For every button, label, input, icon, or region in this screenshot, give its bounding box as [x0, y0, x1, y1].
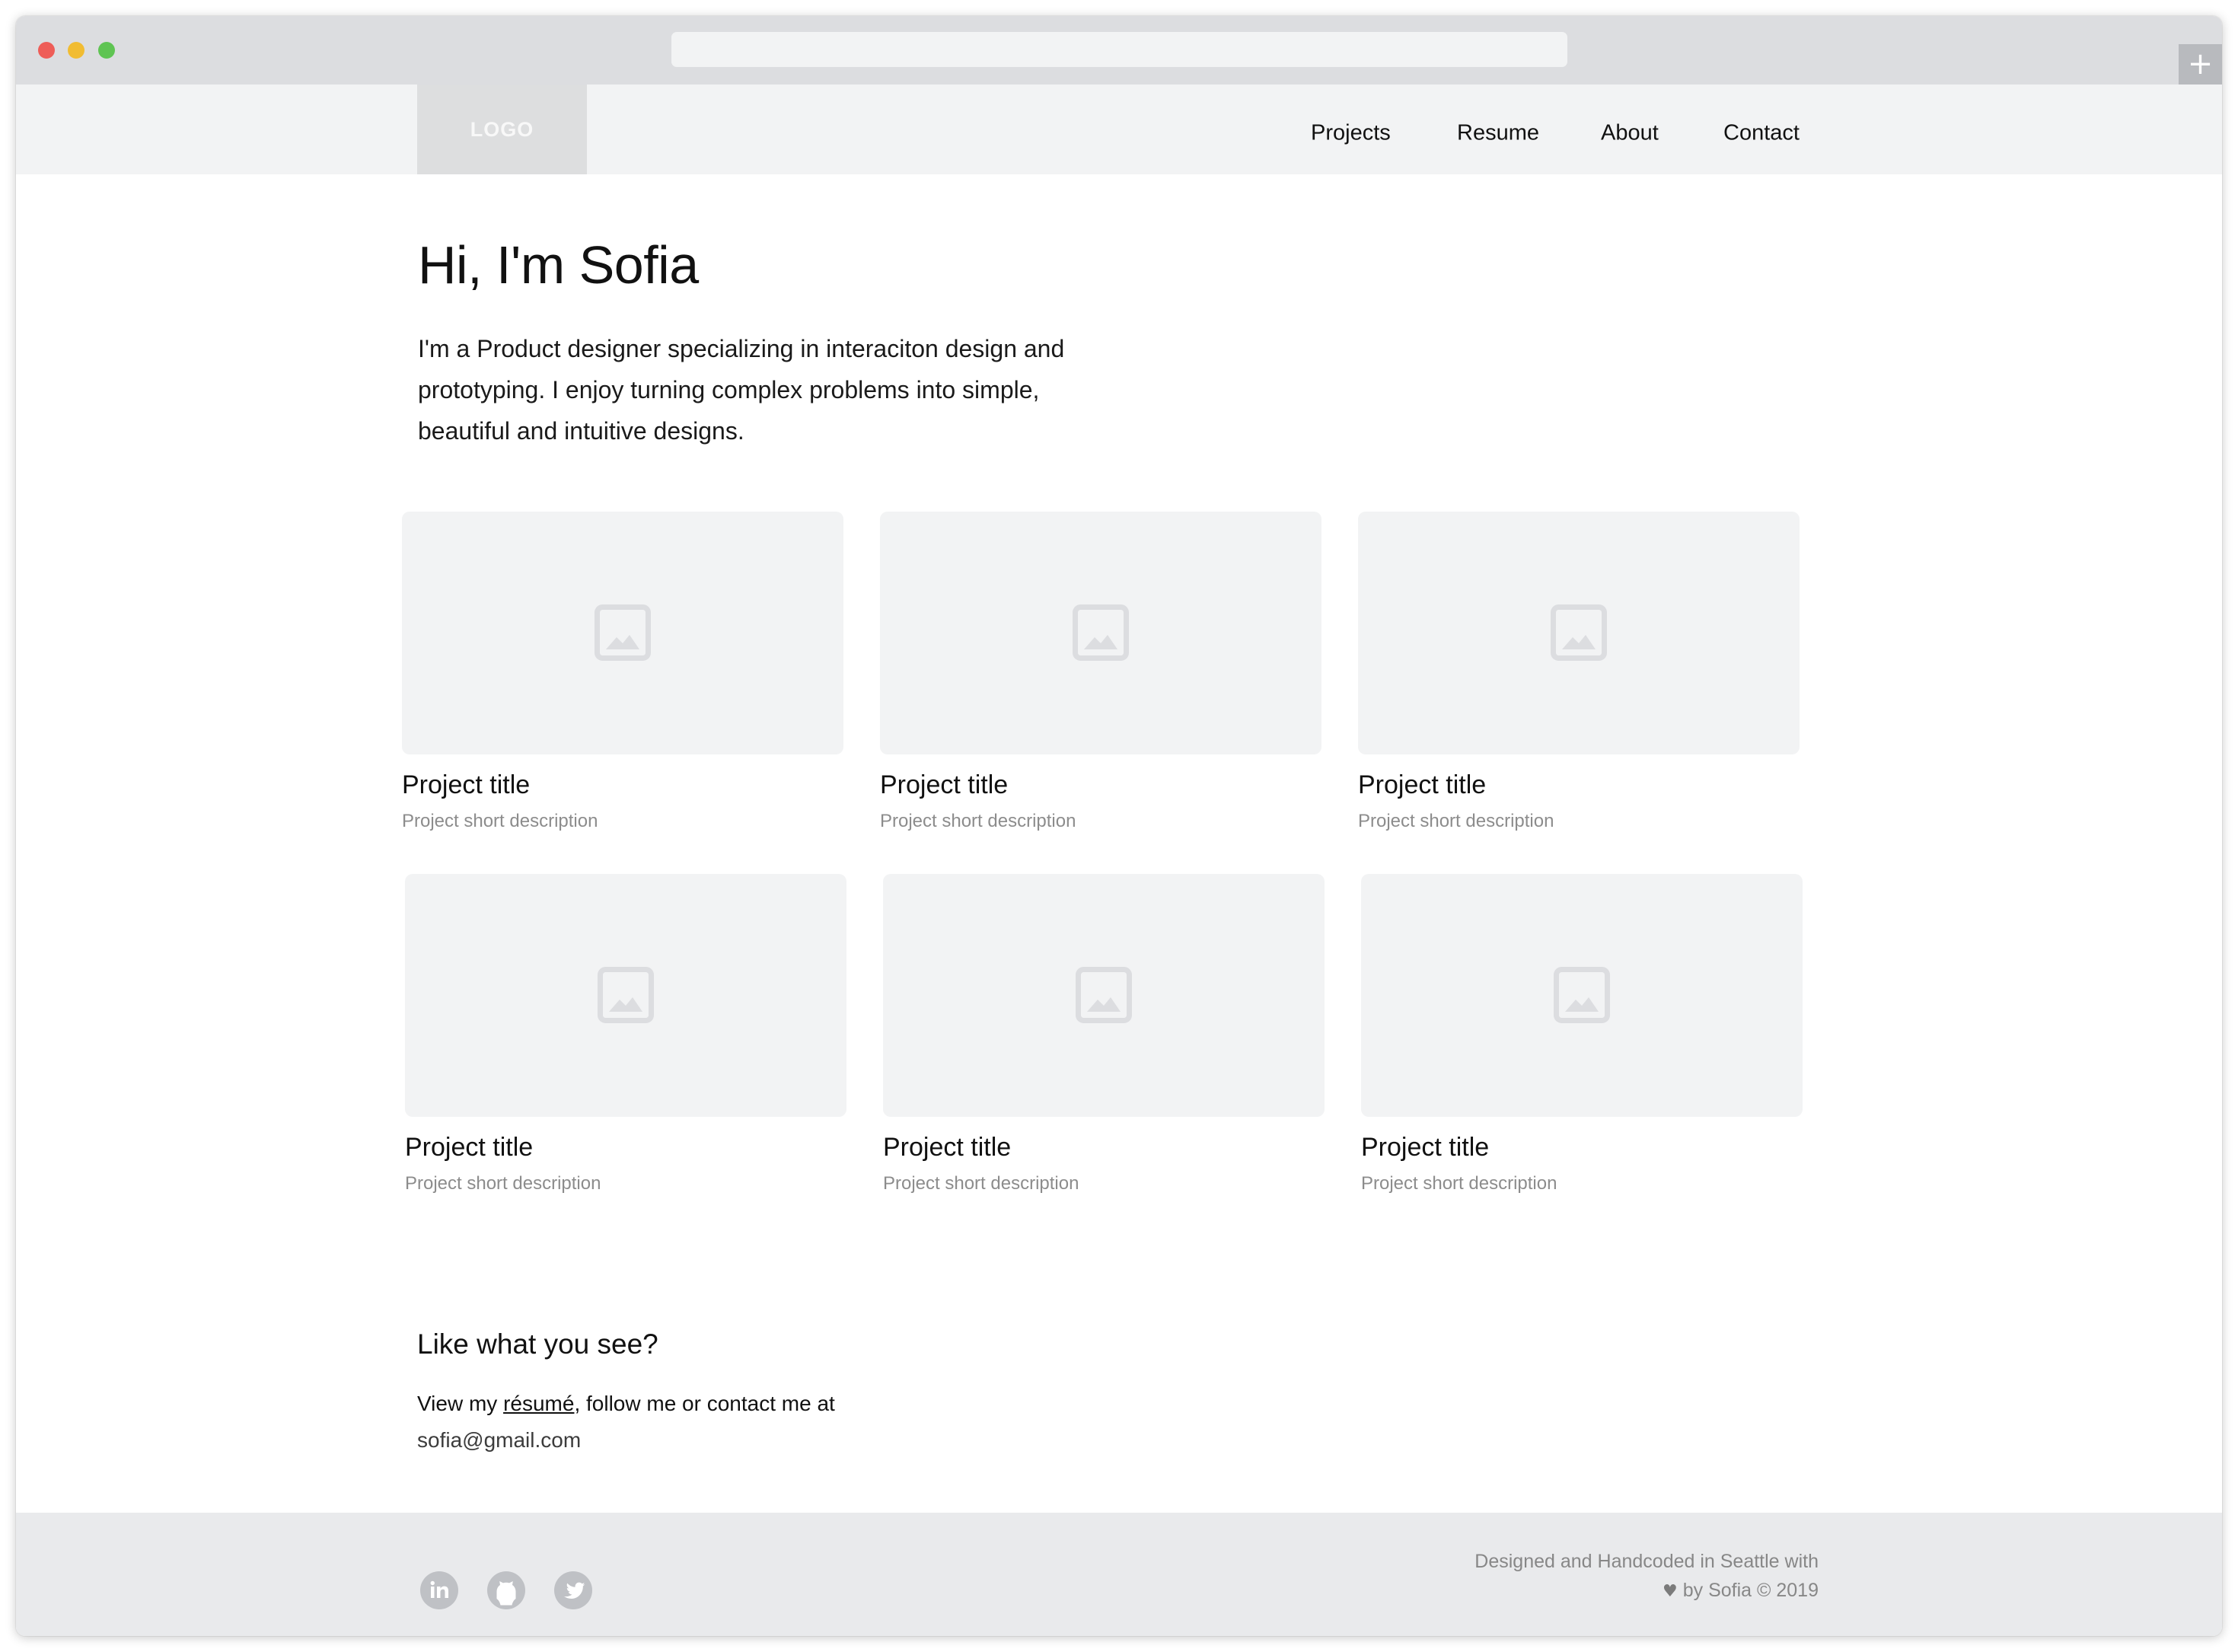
project-description: Project short description — [405, 1173, 601, 1194]
image-placeholder-icon — [1551, 604, 1607, 661]
project-description: Project short description — [883, 1173, 1079, 1194]
project-thumbnail[interactable] — [880, 512, 1321, 754]
cta-text-start: View my — [417, 1392, 504, 1415]
project-description: Project short description — [1361, 1173, 1557, 1194]
minimize-window-button[interactable] — [68, 42, 84, 59]
image-placeholder-icon — [1554, 967, 1610, 1023]
project-description: Project short description — [880, 811, 1076, 831]
zoom-window-button[interactable] — [98, 42, 115, 59]
footer-signature: by Sofia © 2019 — [1677, 1580, 1819, 1601]
nav-link-projects[interactable]: Projects — [1311, 121, 1391, 146]
close-window-button[interactable] — [38, 42, 55, 59]
footer-credits: Designed and Handcoded in Seattle with ♥… — [1474, 1547, 1819, 1606]
project-card[interactable]: Project title Project short description — [402, 512, 843, 847]
footer-credits-line: Designed and Handcoded in Seattle with — [1474, 1551, 1819, 1572]
project-title[interactable]: Project title — [402, 770, 530, 800]
hero-description-line: beautiful and intuitive designs. — [418, 417, 744, 445]
hero-description-line: I'm a Product designer specializing in i… — [418, 335, 1065, 362]
project-title[interactable]: Project title — [1358, 770, 1486, 800]
project-title[interactable]: Project title — [1361, 1133, 1489, 1162]
cta-title: Like what you see? — [417, 1328, 658, 1360]
hero-description: I'm a Product designer specializing in i… — [418, 328, 1179, 451]
project-card[interactable]: Project title Project short description — [883, 874, 1325, 1209]
site-navigation: LOGO Projects Resume About Contact — [16, 85, 2222, 174]
nav-link-resume[interactable]: Resume — [1457, 121, 1539, 146]
browser-toolbar: + — [16, 16, 2222, 85]
image-placeholder-icon — [598, 967, 654, 1023]
linkedin-icon[interactable] — [420, 1571, 458, 1609]
cta-text-end: , follow me or contact me at — [574, 1392, 835, 1415]
project-thumbnail[interactable] — [883, 874, 1325, 1117]
project-description: Project short description — [1358, 811, 1554, 831]
cta-text: View my résumé, follow me or contact me … — [417, 1386, 835, 1459]
project-thumbnail[interactable] — [1361, 874, 1803, 1117]
hero-title: Hi, I'm Sofia — [418, 235, 699, 295]
project-title[interactable]: Project title — [883, 1133, 1011, 1162]
browser-window: + LOGO Projects Resume About Contact Hi,… — [16, 16, 2222, 1636]
project-card[interactable]: Project title Project short description — [1358, 512, 1800, 847]
project-title[interactable]: Project title — [880, 770, 1008, 800]
address-bar[interactable] — [671, 32, 1567, 67]
image-placeholder-icon — [1076, 967, 1132, 1023]
resume-link[interactable]: résumé — [503, 1392, 574, 1415]
project-card[interactable]: Project title Project short description — [405, 874, 846, 1209]
project-thumbnail[interactable] — [1358, 512, 1800, 754]
project-thumbnail[interactable] — [405, 874, 846, 1117]
footer: Designed and Handcoded in Seattle with ♥… — [16, 1513, 2222, 1636]
github-icon[interactable] — [487, 1571, 525, 1609]
footer-credits-line: ♥ by Sofia © 2019 — [1474, 1576, 1819, 1606]
heart-icon: ♥ — [1663, 1582, 1678, 1601]
email-link[interactable]: sofia@gmail.com — [417, 1428, 581, 1452]
image-placeholder-icon — [595, 604, 651, 661]
hero-description-line: prototyping. I enjoy turning complex pro… — [418, 376, 1040, 403]
project-card[interactable]: Project title Project short description — [1361, 874, 1803, 1209]
new-tab-button[interactable]: + — [2179, 44, 2222, 85]
site-logo[interactable]: LOGO — [417, 85, 587, 174]
project-title[interactable]: Project title — [405, 1133, 533, 1162]
nav-link-about[interactable]: About — [1601, 121, 1659, 146]
project-description: Project short description — [402, 811, 598, 831]
project-card[interactable]: Project title Project short description — [880, 512, 1321, 847]
image-placeholder-icon — [1073, 604, 1129, 661]
nav-link-contact[interactable]: Contact — [1723, 121, 1800, 146]
twitter-icon[interactable] — [554, 1571, 592, 1609]
project-thumbnail[interactable] — [402, 512, 843, 754]
